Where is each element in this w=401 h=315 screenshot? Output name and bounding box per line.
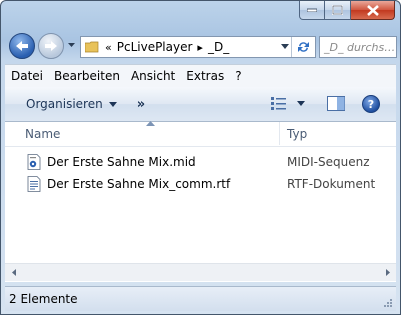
file-type: RTF-Dokument	[287, 177, 376, 191]
address-bar[interactable]: « PcLivePlayer ▸ _D_	[80, 36, 316, 58]
chevron-left-icon	[11, 269, 16, 276]
column-headers: Name Typ	[5, 121, 396, 147]
midi-file-icon	[27, 154, 41, 170]
rtf-file-icon	[27, 176, 41, 192]
chevron-down-icon	[108, 101, 117, 107]
menu-bar: Datei Bearbeiten Ansicht Extras ?	[5, 64, 396, 88]
column-divider[interactable]	[279, 122, 280, 145]
command-bar: Organisieren » ?	[5, 87, 396, 122]
chevron-down-icon[interactable]	[281, 44, 289, 49]
column-header-name[interactable]: Name	[25, 127, 60, 141]
breadcrumb-item[interactable]: PcLivePlayer	[117, 40, 193, 54]
column-header-type[interactable]: Typ	[287, 127, 307, 141]
scroll-left-button[interactable]	[5, 264, 22, 281]
maximize-button[interactable]	[325, 1, 351, 20]
resize-grip-icon[interactable]	[382, 297, 392, 307]
horizontal-scrollbar[interactable]	[5, 263, 396, 281]
menu-item-extras[interactable]: Extras	[184, 69, 226, 83]
menu-item-datei[interactable]: Datei	[9, 69, 45, 83]
organize-label: Organisieren	[26, 97, 103, 111]
explorer-window: « PcLivePlayer ▸ _D_ _D_ durchs… Datei B…	[0, 0, 401, 315]
caption-buttons	[299, 1, 395, 20]
chevron-down-icon	[297, 100, 305, 106]
close-button[interactable]	[351, 1, 395, 20]
chevron-down-icon[interactable]	[68, 43, 75, 47]
search-input[interactable]: _D_ durchs…	[319, 36, 397, 58]
breadcrumb-separator[interactable]: ▸	[197, 41, 203, 54]
refresh-button[interactable]	[291, 37, 314, 57]
help-icon[interactable]: ?	[362, 95, 380, 113]
item-count: 2 Elemente	[9, 292, 78, 306]
arrow-left-icon	[16, 41, 28, 51]
file-name[interactable]: Der Erste Sahne Mix_comm.rtf	[47, 177, 230, 191]
folder-icon	[85, 41, 99, 53]
preview-pane-icon[interactable]	[327, 96, 345, 111]
address-row: « PcLivePlayer ▸ _D_ _D_ durchs…	[5, 31, 397, 63]
breadcrumb-overflow[interactable]: «	[105, 41, 112, 54]
more-commands-button[interactable]: »	[137, 97, 145, 112]
minimize-icon	[307, 8, 317, 12]
breadcrumb-item[interactable]: _D_	[208, 40, 229, 54]
menu-item-help[interactable]: ?	[233, 69, 243, 83]
scroll-right-button[interactable]	[379, 264, 396, 281]
menu-item-ansicht[interactable]: Ansicht	[129, 69, 177, 83]
file-type: MIDI-Sequenz	[287, 155, 370, 169]
views-list-icon	[271, 97, 286, 110]
file-name[interactable]: Der Erste Sahne Mix.mid	[47, 155, 196, 169]
list-item[interactable]: Der Erste Sahne Mix.mid MIDI-Sequenz	[27, 152, 386, 172]
views-button[interactable]	[271, 96, 305, 110]
list-item[interactable]: Der Erste Sahne Mix_comm.rtf RTF-Dokumen…	[27, 174, 386, 194]
close-icon	[366, 4, 379, 16]
back-button[interactable]	[9, 33, 35, 59]
chevron-right-icon	[385, 269, 390, 276]
status-bar: 2 Elemente	[5, 286, 396, 311]
arrow-right-icon	[45, 41, 57, 51]
minimize-button[interactable]	[299, 1, 325, 20]
forward-button[interactable]	[38, 33, 64, 59]
maximize-icon	[332, 5, 343, 15]
file-list: Name Typ Der Erste Sahne Mix.mid MIDI-Se…	[5, 121, 396, 282]
sort-ascending-icon	[146, 121, 155, 126]
organize-button[interactable]: Organisieren	[26, 97, 117, 111]
menu-item-bearbeiten[interactable]: Bearbeiten	[52, 69, 122, 83]
refresh-icon	[297, 42, 309, 52]
